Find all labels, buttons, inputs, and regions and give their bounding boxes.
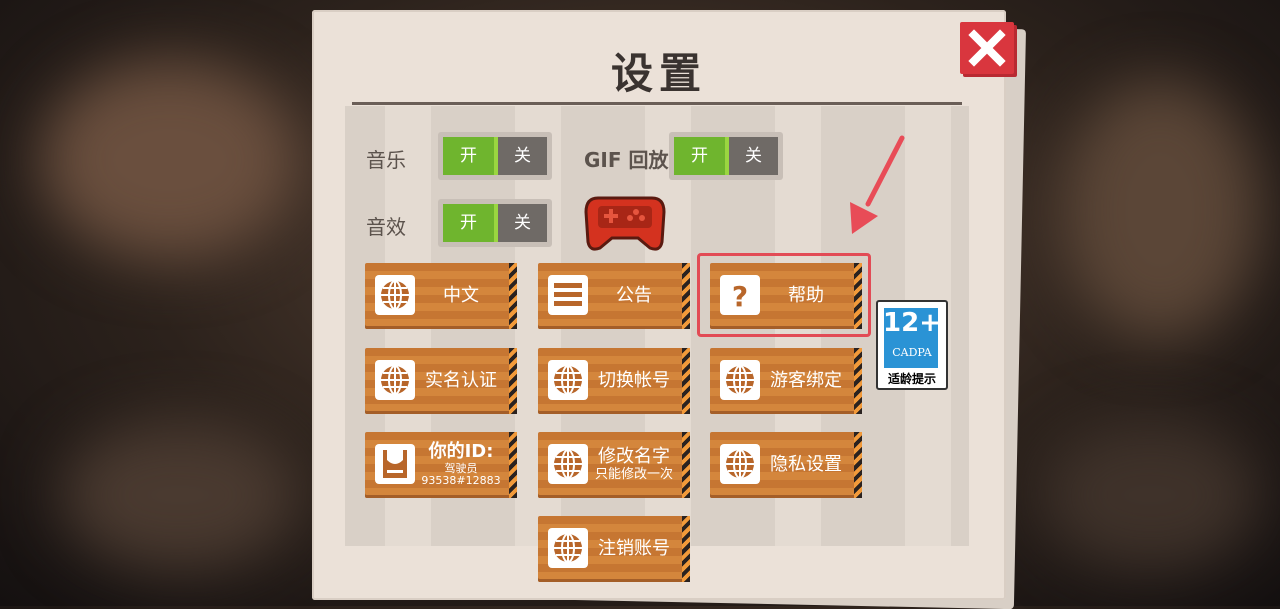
button-edge <box>682 263 690 329</box>
guest-bind-button[interactable]: 游客绑定 <box>710 348 862 414</box>
rename-label: 修改名字 <box>598 446 670 468</box>
button-edge <box>682 348 690 414</box>
privacy-label: 隐私设置 <box>770 453 842 475</box>
button-edge <box>682 432 690 498</box>
globe-icon <box>548 444 588 484</box>
button-edge <box>509 432 517 498</box>
age-rating-badge[interactable]: 12+ CADPA 适龄提示 <box>876 300 948 390</box>
sfx-off-option[interactable]: 关 <box>498 204 547 242</box>
background-blob <box>60 420 300 570</box>
close-icon <box>968 29 1006 67</box>
realname-label: 实名认证 <box>425 369 497 391</box>
button-edge <box>509 348 517 414</box>
globe-icon <box>548 360 588 400</box>
your-id-button[interactable]: 你的ID: 驾驶员93538#12883 <box>365 432 517 498</box>
help-highlight-box <box>697 253 871 337</box>
realname-button[interactable]: 实名认证 <box>365 348 517 414</box>
gamepad-icon[interactable] <box>584 192 666 254</box>
music-off-option[interactable]: 关 <box>498 137 547 175</box>
music-on-option[interactable]: 开 <box>443 137 498 175</box>
page-title: 设置 <box>610 49 707 98</box>
globe-icon <box>375 275 415 315</box>
gif-on-option[interactable]: 开 <box>674 137 729 175</box>
button-edge <box>854 432 862 498</box>
age-rating-org: CADPA <box>892 346 932 359</box>
close-button[interactable] <box>960 22 1014 74</box>
globe-icon <box>375 360 415 400</box>
background-blob <box>1060 80 1260 340</box>
button-edge <box>509 263 517 329</box>
age-rating-tip: 适龄提示 <box>887 372 936 386</box>
gif-replay-label: GIF 回放 <box>584 148 669 172</box>
notice-button[interactable]: 公告 <box>538 263 690 329</box>
rename-note: 只能修改一次 <box>594 466 673 482</box>
switch-account-button[interactable]: 切换帐号 <box>538 348 690 414</box>
language-label: 中文 <box>443 284 479 306</box>
background-blob <box>1040 420 1260 570</box>
id-card-icon <box>375 444 415 484</box>
globe-icon <box>720 444 760 484</box>
globe-icon <box>720 360 760 400</box>
title-divider <box>352 102 962 105</box>
music-toggle[interactable]: 开 关 <box>438 132 552 180</box>
music-label: 音乐 <box>366 148 406 172</box>
language-button[interactable]: 中文 <box>365 263 517 329</box>
button-edge <box>682 516 690 582</box>
age-rating-number: 12+ <box>883 308 941 338</box>
guest-bind-label: 游客绑定 <box>770 369 842 391</box>
rename-button[interactable]: 修改名字 只能修改一次 <box>538 432 690 498</box>
gif-replay-toggle[interactable]: 开 关 <box>669 132 783 180</box>
button-edge <box>854 348 862 414</box>
privacy-button[interactable]: 隐私设置 <box>710 432 862 498</box>
cancel-account-button[interactable]: 注销账号 <box>538 516 690 582</box>
background-blob <box>40 60 300 260</box>
your-id-label: 你的ID: <box>428 441 494 463</box>
list-icon <box>548 275 588 315</box>
sfx-toggle[interactable]: 开 关 <box>438 199 552 247</box>
sfx-label: 音效 <box>366 215 406 239</box>
your-id-value: 驾驶员93538#12883 <box>421 461 501 488</box>
switch-account-label: 切换帐号 <box>598 369 670 391</box>
globe-icon <box>548 528 588 568</box>
notice-label: 公告 <box>616 284 652 306</box>
pointer-arrow-icon <box>850 135 905 234</box>
gif-off-option[interactable]: 关 <box>729 137 778 175</box>
sfx-on-option[interactable]: 开 <box>443 204 498 242</box>
cancel-account-label: 注销账号 <box>598 537 670 559</box>
